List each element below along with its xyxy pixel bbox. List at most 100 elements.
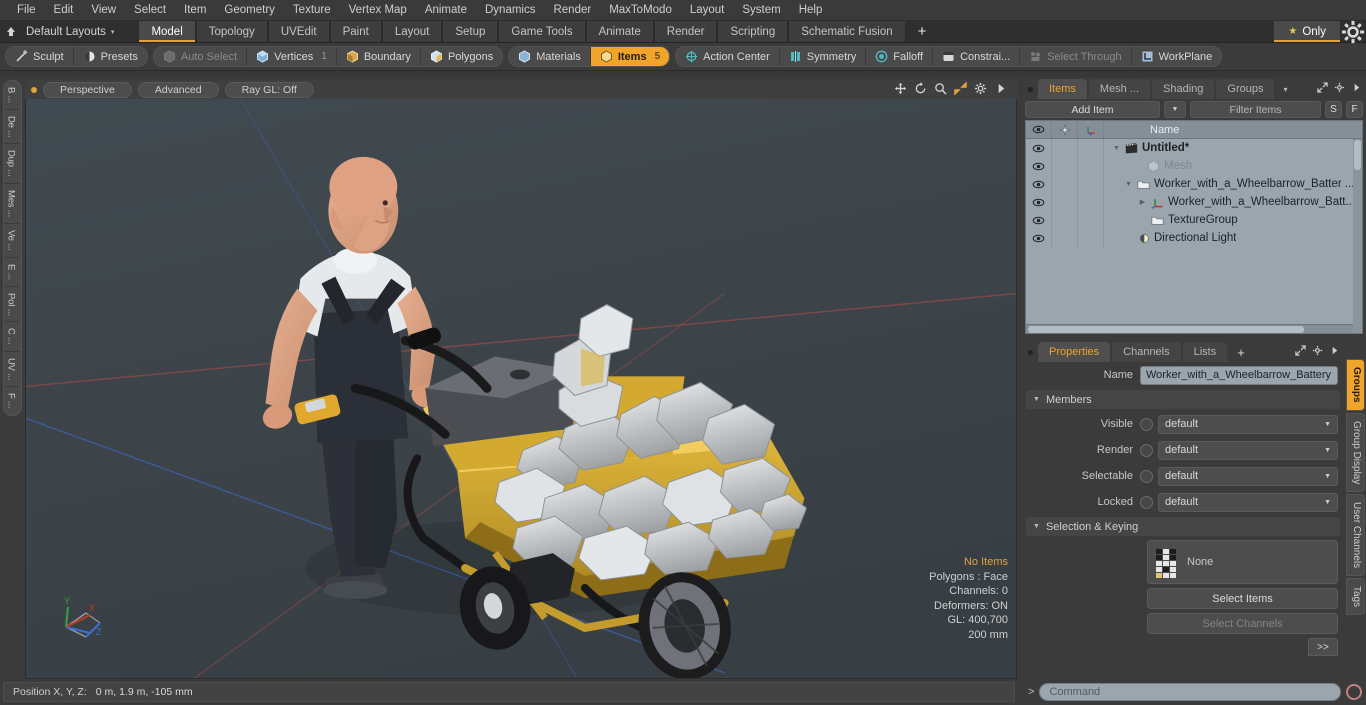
menu-maxtomodo[interactable]: MaxToModo xyxy=(600,0,681,21)
tab-paint[interactable]: Paint xyxy=(329,21,382,42)
viewport-gear-icon[interactable] xyxy=(974,82,987,98)
menu-help[interactable]: Help xyxy=(790,0,832,21)
left-tab-duplicate[interactable]: Dup ... xyxy=(3,144,19,185)
tree-item-texture-group[interactable]: TextureGroup xyxy=(1104,214,1238,227)
select-items-button[interactable]: Select Items xyxy=(1147,588,1338,609)
side-tab-groups[interactable]: Groups xyxy=(1346,359,1365,411)
properties-gear-icon[interactable] xyxy=(1312,345,1323,359)
menu-vertex-map[interactable]: Vertex Map xyxy=(340,0,416,21)
twirl-icon[interactable]: ▼ xyxy=(1112,145,1121,152)
polygons-button[interactable]: Polygons xyxy=(421,47,502,66)
side-tab-group-display[interactable]: Group Display xyxy=(1346,412,1365,492)
row-visibility-toggle[interactable] xyxy=(1026,175,1052,193)
tab-groups[interactable]: Groups xyxy=(1216,79,1275,99)
items-panel-arrow-icon[interactable] xyxy=(1351,82,1362,96)
zoom-icon[interactable] xyxy=(934,82,947,98)
record-icon[interactable] xyxy=(1346,684,1362,700)
row-draw-cell[interactable] xyxy=(1052,193,1078,211)
row-draw-cell[interactable] xyxy=(1052,229,1078,247)
table-row[interactable]: Directional Light xyxy=(1026,229,1362,247)
tree-item-directional-light[interactable]: Directional Light xyxy=(1104,232,1236,245)
row-axis-cell[interactable] xyxy=(1078,211,1104,229)
constraint-button[interactable]: Constrai... xyxy=(933,47,1021,66)
items-panel-menu-dot[interactable] xyxy=(1022,79,1038,99)
left-tab-curve[interactable]: C ... xyxy=(3,322,19,352)
maximize-icon[interactable] xyxy=(1317,82,1328,96)
visible-radio[interactable] xyxy=(1140,417,1153,431)
row-axis-cell[interactable] xyxy=(1078,175,1104,193)
items-gear-icon[interactable] xyxy=(1334,82,1345,96)
tab-animate[interactable]: Animate xyxy=(585,21,654,42)
tab-lists[interactable]: Lists xyxy=(1182,342,1228,362)
table-row[interactable]: ▼ Worker_with_a_Wheelbarrow_Batter ... xyxy=(1026,175,1362,193)
left-tab-polygon[interactable]: Pol ... xyxy=(3,287,19,323)
members-section-header[interactable]: ▼ Members xyxy=(1026,390,1340,409)
tab-setup[interactable]: Setup xyxy=(442,21,499,42)
home-icon[interactable] xyxy=(0,21,22,42)
row-axis-cell[interactable] xyxy=(1078,229,1104,247)
properties-add-tab[interactable]: + xyxy=(1229,342,1253,362)
filter-items-input[interactable]: Filter Items xyxy=(1190,101,1321,118)
table-row[interactable]: TextureGroup xyxy=(1026,211,1362,229)
viewport-shading-selector[interactable]: Advanced xyxy=(137,81,219,98)
table-row[interactable]: ▼ Untitled* xyxy=(1026,139,1362,157)
viewport-camera-selector[interactable]: Perspective xyxy=(43,81,132,98)
item-tree-horizontal-scrollbar[interactable] xyxy=(1026,324,1362,333)
selectable-radio[interactable] xyxy=(1140,469,1153,483)
menu-texture[interactable]: Texture xyxy=(284,0,340,21)
row-draw-cell[interactable] xyxy=(1052,211,1078,229)
tab-properties[interactable]: Properties xyxy=(1038,342,1111,362)
selectable-select[interactable]: default ▼ xyxy=(1158,466,1338,486)
row-visibility-toggle[interactable] xyxy=(1026,157,1052,175)
menu-render[interactable]: Render xyxy=(544,0,600,21)
row-draw-cell[interactable] xyxy=(1052,175,1078,193)
table-row[interactable]: Mesh xyxy=(1026,157,1362,175)
selection-set-box[interactable]: None xyxy=(1147,540,1338,584)
items-button[interactable]: Items 5 xyxy=(590,47,670,66)
filter-f-button[interactable]: F xyxy=(1346,101,1363,118)
menu-file[interactable]: File xyxy=(8,0,45,21)
auto-select-button[interactable]: Auto Select xyxy=(154,47,248,66)
menu-view[interactable]: View xyxy=(82,0,125,21)
item-tree-vertical-scrollbar[interactable] xyxy=(1353,139,1362,333)
locked-select[interactable]: default ▼ xyxy=(1158,492,1338,512)
left-tab-vertex[interactable]: Ve ... xyxy=(3,224,19,258)
boundary-button[interactable]: Boundary xyxy=(337,47,421,66)
rotate-icon[interactable] xyxy=(914,81,927,98)
viewport-raygl-toggle[interactable]: Ray GL: Off xyxy=(224,81,314,98)
falloff-button[interactable]: Falloff xyxy=(866,47,934,66)
tab-shading[interactable]: Shading xyxy=(1152,79,1215,99)
visible-select[interactable]: default ▼ xyxy=(1158,414,1338,434)
menu-item[interactable]: Item xyxy=(175,0,215,21)
tree-item-worker-group[interactable]: ▼ Worker_with_a_Wheelbarrow_Batter ... xyxy=(1104,178,1354,191)
filter-s-button[interactable]: S xyxy=(1325,101,1342,118)
expand-properties-button[interactable]: >> xyxy=(1308,638,1338,656)
only-toggle-button[interactable]: ★ Only xyxy=(1274,21,1340,42)
row-draw-cell[interactable] xyxy=(1052,139,1078,157)
tab-model[interactable]: Model xyxy=(138,21,196,42)
menu-system[interactable]: System xyxy=(733,0,789,21)
twirl-icon[interactable]: ▶ xyxy=(1138,198,1147,206)
properties-maximize-icon[interactable] xyxy=(1295,345,1306,359)
layout-gear-icon[interactable] xyxy=(1340,20,1366,43)
sculpt-button[interactable]: Sculpt xyxy=(6,47,74,66)
menu-select[interactable]: Select xyxy=(125,0,175,21)
workplane-button[interactable]: WorkPlane xyxy=(1132,47,1222,66)
symmetry-button[interactable]: Symmetry xyxy=(780,47,867,66)
row-visibility-toggle[interactable] xyxy=(1026,139,1052,157)
tab-schematic-fusion[interactable]: Schematic Fusion xyxy=(788,21,906,42)
viewport-menu-dot[interactable] xyxy=(31,86,37,93)
vertices-button[interactable]: Vertices 1 xyxy=(247,47,337,66)
tab-items[interactable]: Items xyxy=(1038,79,1087,99)
menu-layout[interactable]: Layout xyxy=(681,0,734,21)
row-draw-cell[interactable] xyxy=(1052,157,1078,175)
left-tab-uv[interactable]: UV ... xyxy=(3,352,19,388)
row-visibility-toggle[interactable] xyxy=(1026,193,1052,211)
chevron-right-icon[interactable] xyxy=(994,82,1007,98)
left-tab-edge[interactable]: E ... xyxy=(3,258,19,287)
row-axis-cell[interactable] xyxy=(1078,157,1104,175)
row-visibility-toggle[interactable] xyxy=(1026,229,1052,247)
row-axis-cell[interactable] xyxy=(1078,193,1104,211)
render-select[interactable]: default ▼ xyxy=(1158,440,1338,460)
table-row[interactable]: ▶ Worker_with_a_Wheelbarrow_Batt... xyxy=(1026,193,1362,211)
